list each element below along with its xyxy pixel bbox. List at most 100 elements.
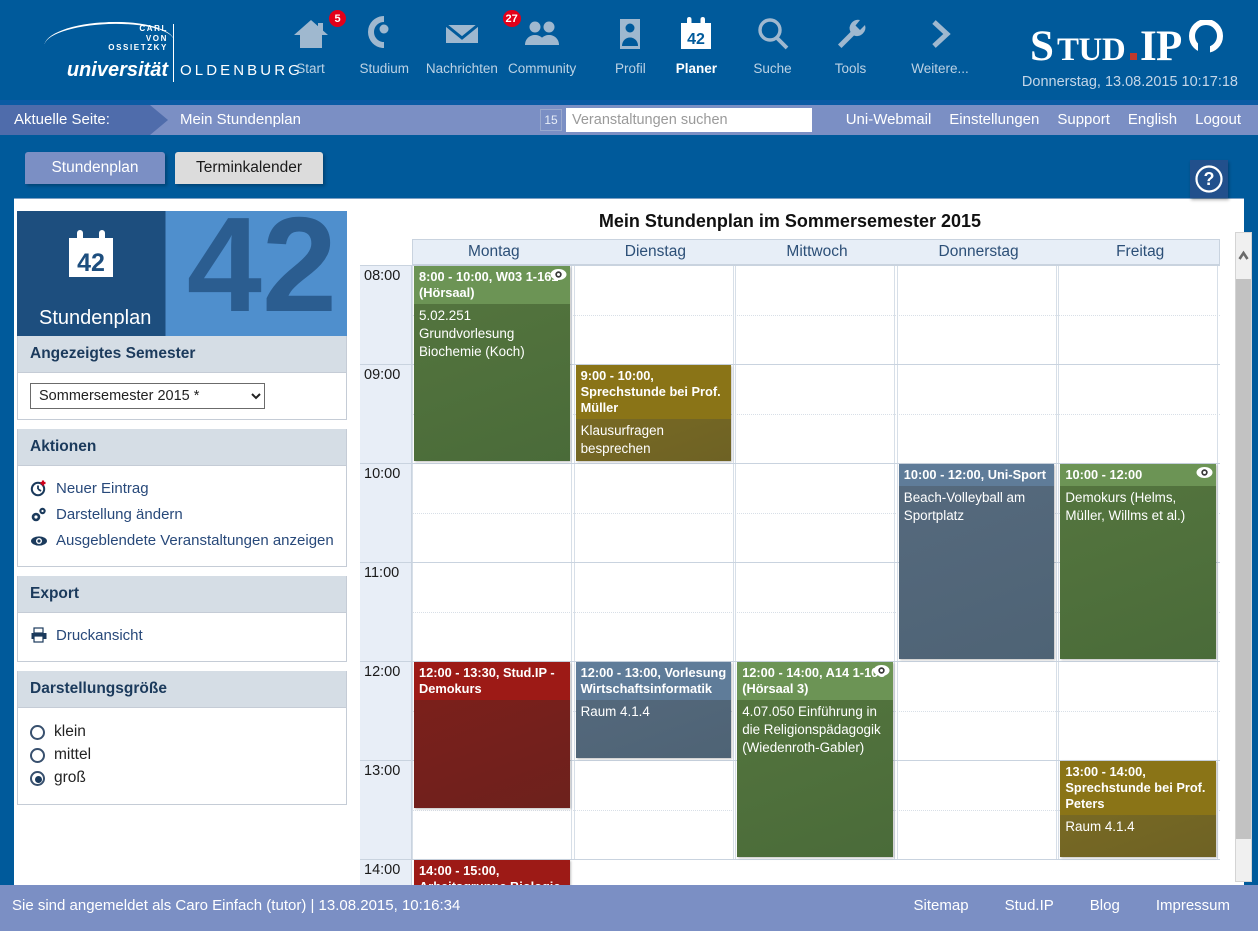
semester-block: Angezeigtes Semester Sommersemester 2015… (17, 336, 347, 420)
toplink-logout[interactable]: Logout (1186, 105, 1250, 135)
action-neuer-eintrag[interactable]: Neuer Eintrag (30, 478, 334, 500)
size-label: klein (54, 723, 86, 740)
event-body: Beach-Volleyball am Sportplatz (903, 490, 1026, 523)
day-header-montag: Montag (467, 243, 520, 260)
calendar-event[interactable]: 12:00 - 13:00, Vorlesung Wirtschaftsinfo… (575, 662, 732, 758)
event-header: 12:00 - 13:00, Vorlesung Wirtschaftsinfo… (575, 662, 732, 700)
day-header-freitag: Freitag (1116, 243, 1165, 260)
calendar-event[interactable]: 9:00 - 10:00, Sprechstunde bei Prof. Mül… (575, 365, 732, 461)
event-time-title: 8:00 - 10:00, W03 1-161 (Hörsaal) (419, 269, 559, 300)
footerlink-sitemap[interactable]: Sitemap (896, 897, 987, 914)
footerlink-studip[interactable]: Stud.IP (987, 897, 1072, 914)
tab-terminkalender[interactable]: Terminkalender (175, 152, 323, 184)
wrench-icon (826, 14, 875, 58)
sidebar: 42 42 Stundenplan Angezeigtes Semester S… (17, 211, 347, 805)
event-body: 5.02.251 Grundvorlesung Biochemie (Koch) (419, 308, 525, 359)
event-body: 4.07.050 Einführung in die Religionspäda… (742, 704, 881, 755)
nav-item-community[interactable]: Community (502, 14, 582, 76)
time-label: 12:00 (360, 661, 412, 760)
calendar-42-icon: 42 (69, 230, 113, 277)
envelope-icon: 27 (414, 9, 522, 58)
size-option-gross[interactable]: groß (30, 769, 334, 787)
nav-item-planer[interactable]: 42 Planer (668, 14, 725, 76)
toplink-support[interactable]: Support (1048, 105, 1119, 135)
event-header: 12:00 - 14:00, A14 1-103 (Hörsaal 3) (737, 662, 893, 700)
event-time-title: 10:00 - 12:00 (1065, 467, 1143, 482)
size-option-klein[interactable]: klein (30, 723, 334, 741)
search-input[interactable] (566, 108, 812, 132)
studip-logo-svg: S TUD I P (1030, 19, 1223, 70)
actions-heading: Aktionen (18, 429, 346, 466)
calendar-event[interactable]: 10:00 - 12:00, Uni-Sport Beach-Volleyball… (898, 464, 1055, 659)
nav-item-weitere[interactable]: Weitere... (896, 14, 984, 76)
svg-text:S: S (1030, 23, 1053, 70)
calendar-42-icon: 42 (668, 14, 725, 58)
actions-block: Aktionen Neuer Eintrag Darstellung änder… (17, 429, 347, 567)
action-label: Darstellung ändern (56, 506, 183, 523)
semester-select[interactable]: Sommersemester 2015 * (30, 383, 265, 409)
eye-icon (30, 531, 48, 551)
event-time-title: 13:00 - 14:00, Sprechstunde bei Prof. Pe… (1065, 764, 1206, 811)
scroll-up-button[interactable] (1236, 233, 1251, 277)
time-label: 13:00 (360, 760, 412, 859)
action-ausgeblendete-anzeigen[interactable]: Ausgeblendete Veranstaltungen anzeigen (30, 530, 334, 552)
nav-item-label: Suche (753, 61, 792, 76)
eye-icon (550, 268, 567, 281)
nav-item-tools[interactable]: Tools (826, 14, 875, 76)
help-button[interactable]: ? (1190, 160, 1228, 198)
page-title: Mein Stundenplan (180, 111, 301, 128)
calendar-scrollbar[interactable] (1235, 232, 1252, 882)
export-druckansicht[interactable]: Druckansicht (30, 625, 334, 647)
event-header: 9:00 - 10:00, Sprechstunde bei Prof. Mül… (575, 365, 732, 419)
hero-number: 42 (186, 211, 337, 336)
left-blue-edge (0, 199, 14, 885)
breadcrumb-label: Aktuelle Seite: (0, 105, 150, 135)
question-mark-icon: ? (1195, 165, 1223, 193)
calendar-event[interactable]: 12:00 - 14:00, A14 1-103 (Hörsaal 3) 4.07… (737, 662, 893, 857)
calendar: Mein Stundenplan im Sommersemester 2015 … (360, 211, 1240, 931)
eye-icon (1196, 466, 1213, 479)
time-label: 11:00 (360, 562, 412, 661)
footerlink-impressum[interactable]: Impressum (1138, 897, 1248, 914)
tab-strip: Stundenplan Terminkalender (0, 135, 1258, 200)
eye-icon (873, 664, 890, 677)
time-label: 08:00 (360, 265, 412, 364)
chevron-right-icon (896, 14, 984, 58)
nav-item-start[interactable]: 5 Start (286, 9, 347, 76)
day-header-donnerstag: Donnerstag (938, 243, 1019, 260)
action-darstellung-aendern[interactable]: Darstellung ändern (30, 504, 334, 526)
sidebar-hero: 42 42 Stundenplan (17, 211, 347, 336)
calendar-event[interactable]: 12:00 - 13:30, Stud.IP - Demokurs (414, 662, 570, 808)
radio-icon (30, 724, 45, 740)
nav-item-profil[interactable]: Profil (602, 14, 659, 76)
svg-text:42: 42 (77, 249, 105, 277)
nav-item-nachrichten[interactable]: 27 Nachrichten (414, 9, 522, 76)
nav-item-label: Nachrichten (425, 61, 498, 76)
magnifier-icon (748, 14, 797, 58)
tab-stundenplan[interactable]: Stundenplan (25, 152, 165, 184)
svg-text:TUD: TUD (1057, 32, 1125, 68)
nav-item-suche[interactable]: Suche (748, 14, 797, 76)
person-icon (602, 14, 659, 58)
toplink-uniwebmail[interactable]: Uni-Webmail (837, 105, 941, 135)
calendar-event[interactable]: 10:00 - 12:00 Demokurs (Helms, Müller, Wi… (1060, 464, 1216, 659)
event-time-title: 10:00 - 12:00, Uni-Sport (903, 467, 1047, 482)
hero-title: Stundenplan (39, 307, 152, 329)
calendar-day-header: Montag Dienstag Mittwoch Donnerstag Freitag (412, 239, 1220, 265)
studip-brand-logo[interactable]: S TUD I P (1030, 19, 1240, 70)
toplink-english[interactable]: English (1119, 105, 1186, 135)
nav-item-label: Community (507, 61, 577, 76)
size-option-mittel[interactable]: mittel (30, 746, 334, 764)
tab-underline (14, 198, 1244, 199)
calendar-event[interactable]: 8:00 - 10:00, W03 1-161 (Hörsaal) 5.02.25… (414, 266, 570, 461)
scrollbar-thumb[interactable] (1236, 279, 1251, 839)
nav-item-studium[interactable]: Studium (352, 14, 417, 76)
toplink-einstellungen[interactable]: Einstellungen (940, 105, 1048, 135)
footerlink-blog[interactable]: Blog (1072, 897, 1138, 914)
event-time-title: 9:00 - 10:00, Sprechstunde bei Prof. Mül… (580, 368, 721, 415)
svg-text:42: 42 (687, 31, 705, 48)
calendar-event[interactable]: 13:00 - 14:00, Sprechstunde bei Prof. Pe… (1060, 761, 1216, 857)
event-header: 8:00 - 10:00, W03 1-161 (Hörsaal) (414, 266, 570, 304)
logo-university-word: universität (66, 59, 168, 81)
graduation-icon (352, 14, 417, 58)
